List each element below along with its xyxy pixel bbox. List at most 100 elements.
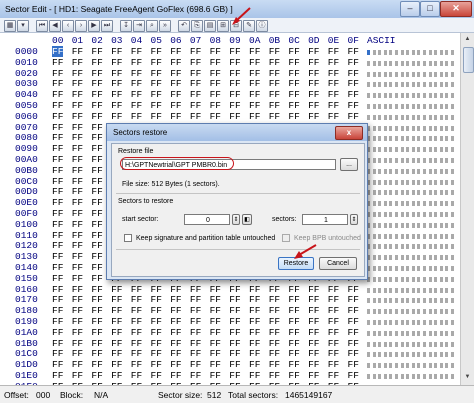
- hex-cell[interactable]: FF: [210, 338, 221, 349]
- hex-cell[interactable]: FF: [210, 327, 221, 338]
- start-sector-input[interactable]: 0: [184, 214, 230, 225]
- start-sector-pick-icon[interactable]: ◧: [242, 214, 252, 225]
- hex-cell[interactable]: FF: [249, 111, 260, 122]
- hex-cell[interactable]: FF: [72, 370, 83, 381]
- scroll-up-icon[interactable]: ▲: [463, 35, 472, 44]
- hex-cell[interactable]: FF: [308, 284, 319, 295]
- hex-cell[interactable]: FF: [348, 89, 359, 100]
- hex-cell[interactable]: FF: [210, 78, 221, 89]
- hex-cell[interactable]: FF: [91, 165, 102, 176]
- hex-cell[interactable]: FF: [91, 208, 102, 219]
- hex-cell[interactable]: FF: [308, 78, 319, 89]
- hex-cell[interactable]: FF: [151, 111, 162, 122]
- hex-cell[interactable]: FF: [210, 305, 221, 316]
- hex-cell[interactable]: FF: [229, 57, 240, 68]
- hex-cell[interactable]: FF: [348, 305, 359, 316]
- hex-cell[interactable]: FF: [348, 327, 359, 338]
- hex-cell[interactable]: FF: [269, 316, 280, 327]
- hex-cell[interactable]: FF: [72, 251, 83, 262]
- hex-cell[interactable]: FF: [170, 327, 181, 338]
- hex-cell[interactable]: FF: [308, 57, 319, 68]
- hex-cell[interactable]: FF: [269, 327, 280, 338]
- hex-cell[interactable]: FF: [249, 46, 260, 57]
- hex-cell[interactable]: FF: [151, 338, 162, 349]
- hex-cell[interactable]: FF: [249, 78, 260, 89]
- hex-cell[interactable]: FF: [249, 284, 260, 295]
- dropdown-arrow-icon[interactable]: ▾: [17, 20, 29, 32]
- hex-cell[interactable]: FF: [170, 111, 181, 122]
- hex-cell[interactable]: FF: [131, 338, 142, 349]
- hex-cell[interactable]: FF: [308, 294, 319, 305]
- hex-cell[interactable]: FF: [151, 89, 162, 100]
- keep-bpb-checkbox[interactable]: [282, 234, 290, 242]
- hex-cell[interactable]: FF: [328, 100, 339, 111]
- hex-cell[interactable]: FF: [288, 359, 299, 370]
- hex-cell[interactable]: FF: [131, 46, 142, 57]
- hex-cell[interactable]: FF: [52, 122, 63, 133]
- hex-cell[interactable]: FF: [348, 359, 359, 370]
- first-sector-icon[interactable]: ⏮: [36, 20, 48, 32]
- hex-cell[interactable]: FF: [52, 230, 63, 241]
- hex-cell[interactable]: FF: [249, 338, 260, 349]
- hex-cell[interactable]: FF: [348, 294, 359, 305]
- hex-cell[interactable]: FF: [52, 132, 63, 143]
- hex-cell[interactable]: FF: [52, 273, 63, 284]
- hex-cell[interactable]: FF: [111, 338, 122, 349]
- hex-cell[interactable]: FF: [229, 89, 240, 100]
- hex-cell[interactable]: FF: [52, 208, 63, 219]
- scroll-thumb[interactable]: [463, 47, 474, 73]
- hex-cell[interactable]: FF: [348, 78, 359, 89]
- hex-cell[interactable]: FF: [328, 89, 339, 100]
- hex-cell[interactable]: FF: [72, 240, 83, 251]
- hex-cell[interactable]: FF: [72, 57, 83, 68]
- hex-cell[interactable]: FF: [229, 370, 240, 381]
- hex-cell[interactable]: FF: [111, 348, 122, 359]
- hex-cell[interactable]: FF: [170, 359, 181, 370]
- hex-cell[interactable]: FF: [72, 262, 83, 273]
- hex-cell[interactable]: FF: [288, 294, 299, 305]
- hex-cell[interactable]: FF: [328, 316, 339, 327]
- hex-cell[interactable]: FF: [190, 338, 201, 349]
- hex-cell[interactable]: FF: [328, 46, 339, 57]
- find-icon[interactable]: ⌕: [146, 20, 158, 32]
- hex-cell[interactable]: FF: [91, 240, 102, 251]
- close-button[interactable]: ✕: [440, 1, 472, 17]
- hex-cell[interactable]: FF: [170, 46, 181, 57]
- hex-cell[interactable]: FF: [269, 370, 280, 381]
- hex-cell[interactable]: FF: [91, 176, 102, 187]
- hex-cell[interactable]: FF: [91, 186, 102, 197]
- save-icon[interactable]: ▤: [204, 20, 216, 32]
- hex-cell[interactable]: FF: [328, 57, 339, 68]
- hex-cell[interactable]: FF: [52, 154, 63, 165]
- hex-cell[interactable]: FF: [151, 57, 162, 68]
- hex-cell[interactable]: FF: [190, 327, 201, 338]
- browse-button[interactable]: ...: [340, 158, 358, 171]
- hex-cell[interactable]: FF: [91, 132, 102, 143]
- hex-cell[interactable]: FF: [131, 348, 142, 359]
- hex-cell[interactable]: FF: [91, 78, 102, 89]
- hex-cell[interactable]: FF: [190, 57, 201, 68]
- hex-cell[interactable]: FF: [72, 132, 83, 143]
- hex-cell[interactable]: FF: [308, 68, 319, 79]
- hex-cell[interactable]: FF: [151, 348, 162, 359]
- hex-cell[interactable]: FF: [111, 68, 122, 79]
- hex-cell[interactable]: FF: [269, 111, 280, 122]
- hex-cell[interactable]: FF: [91, 273, 102, 284]
- hex-cell[interactable]: FF: [210, 111, 221, 122]
- hex-cell[interactable]: FF: [131, 89, 142, 100]
- hex-cell[interactable]: FF: [52, 143, 63, 154]
- hex-cell[interactable]: FF: [52, 57, 63, 68]
- hex-cell[interactable]: FF: [328, 305, 339, 316]
- hex-cell[interactable]: FF: [151, 68, 162, 79]
- hex-cell[interactable]: FF: [131, 100, 142, 111]
- hex-cell[interactable]: FF: [52, 78, 63, 89]
- hex-cell[interactable]: FF: [288, 78, 299, 89]
- hex-cell[interactable]: FF: [52, 251, 63, 262]
- hex-cell[interactable]: FF: [131, 284, 142, 295]
- hex-cell[interactable]: FF: [348, 111, 359, 122]
- hex-cell[interactable]: FF: [131, 68, 142, 79]
- hex-cell[interactable]: FF: [91, 294, 102, 305]
- hex-cell[interactable]: FF: [52, 186, 63, 197]
- hex-cell[interactable]: FF: [328, 68, 339, 79]
- hex-cell[interactable]: FF: [170, 348, 181, 359]
